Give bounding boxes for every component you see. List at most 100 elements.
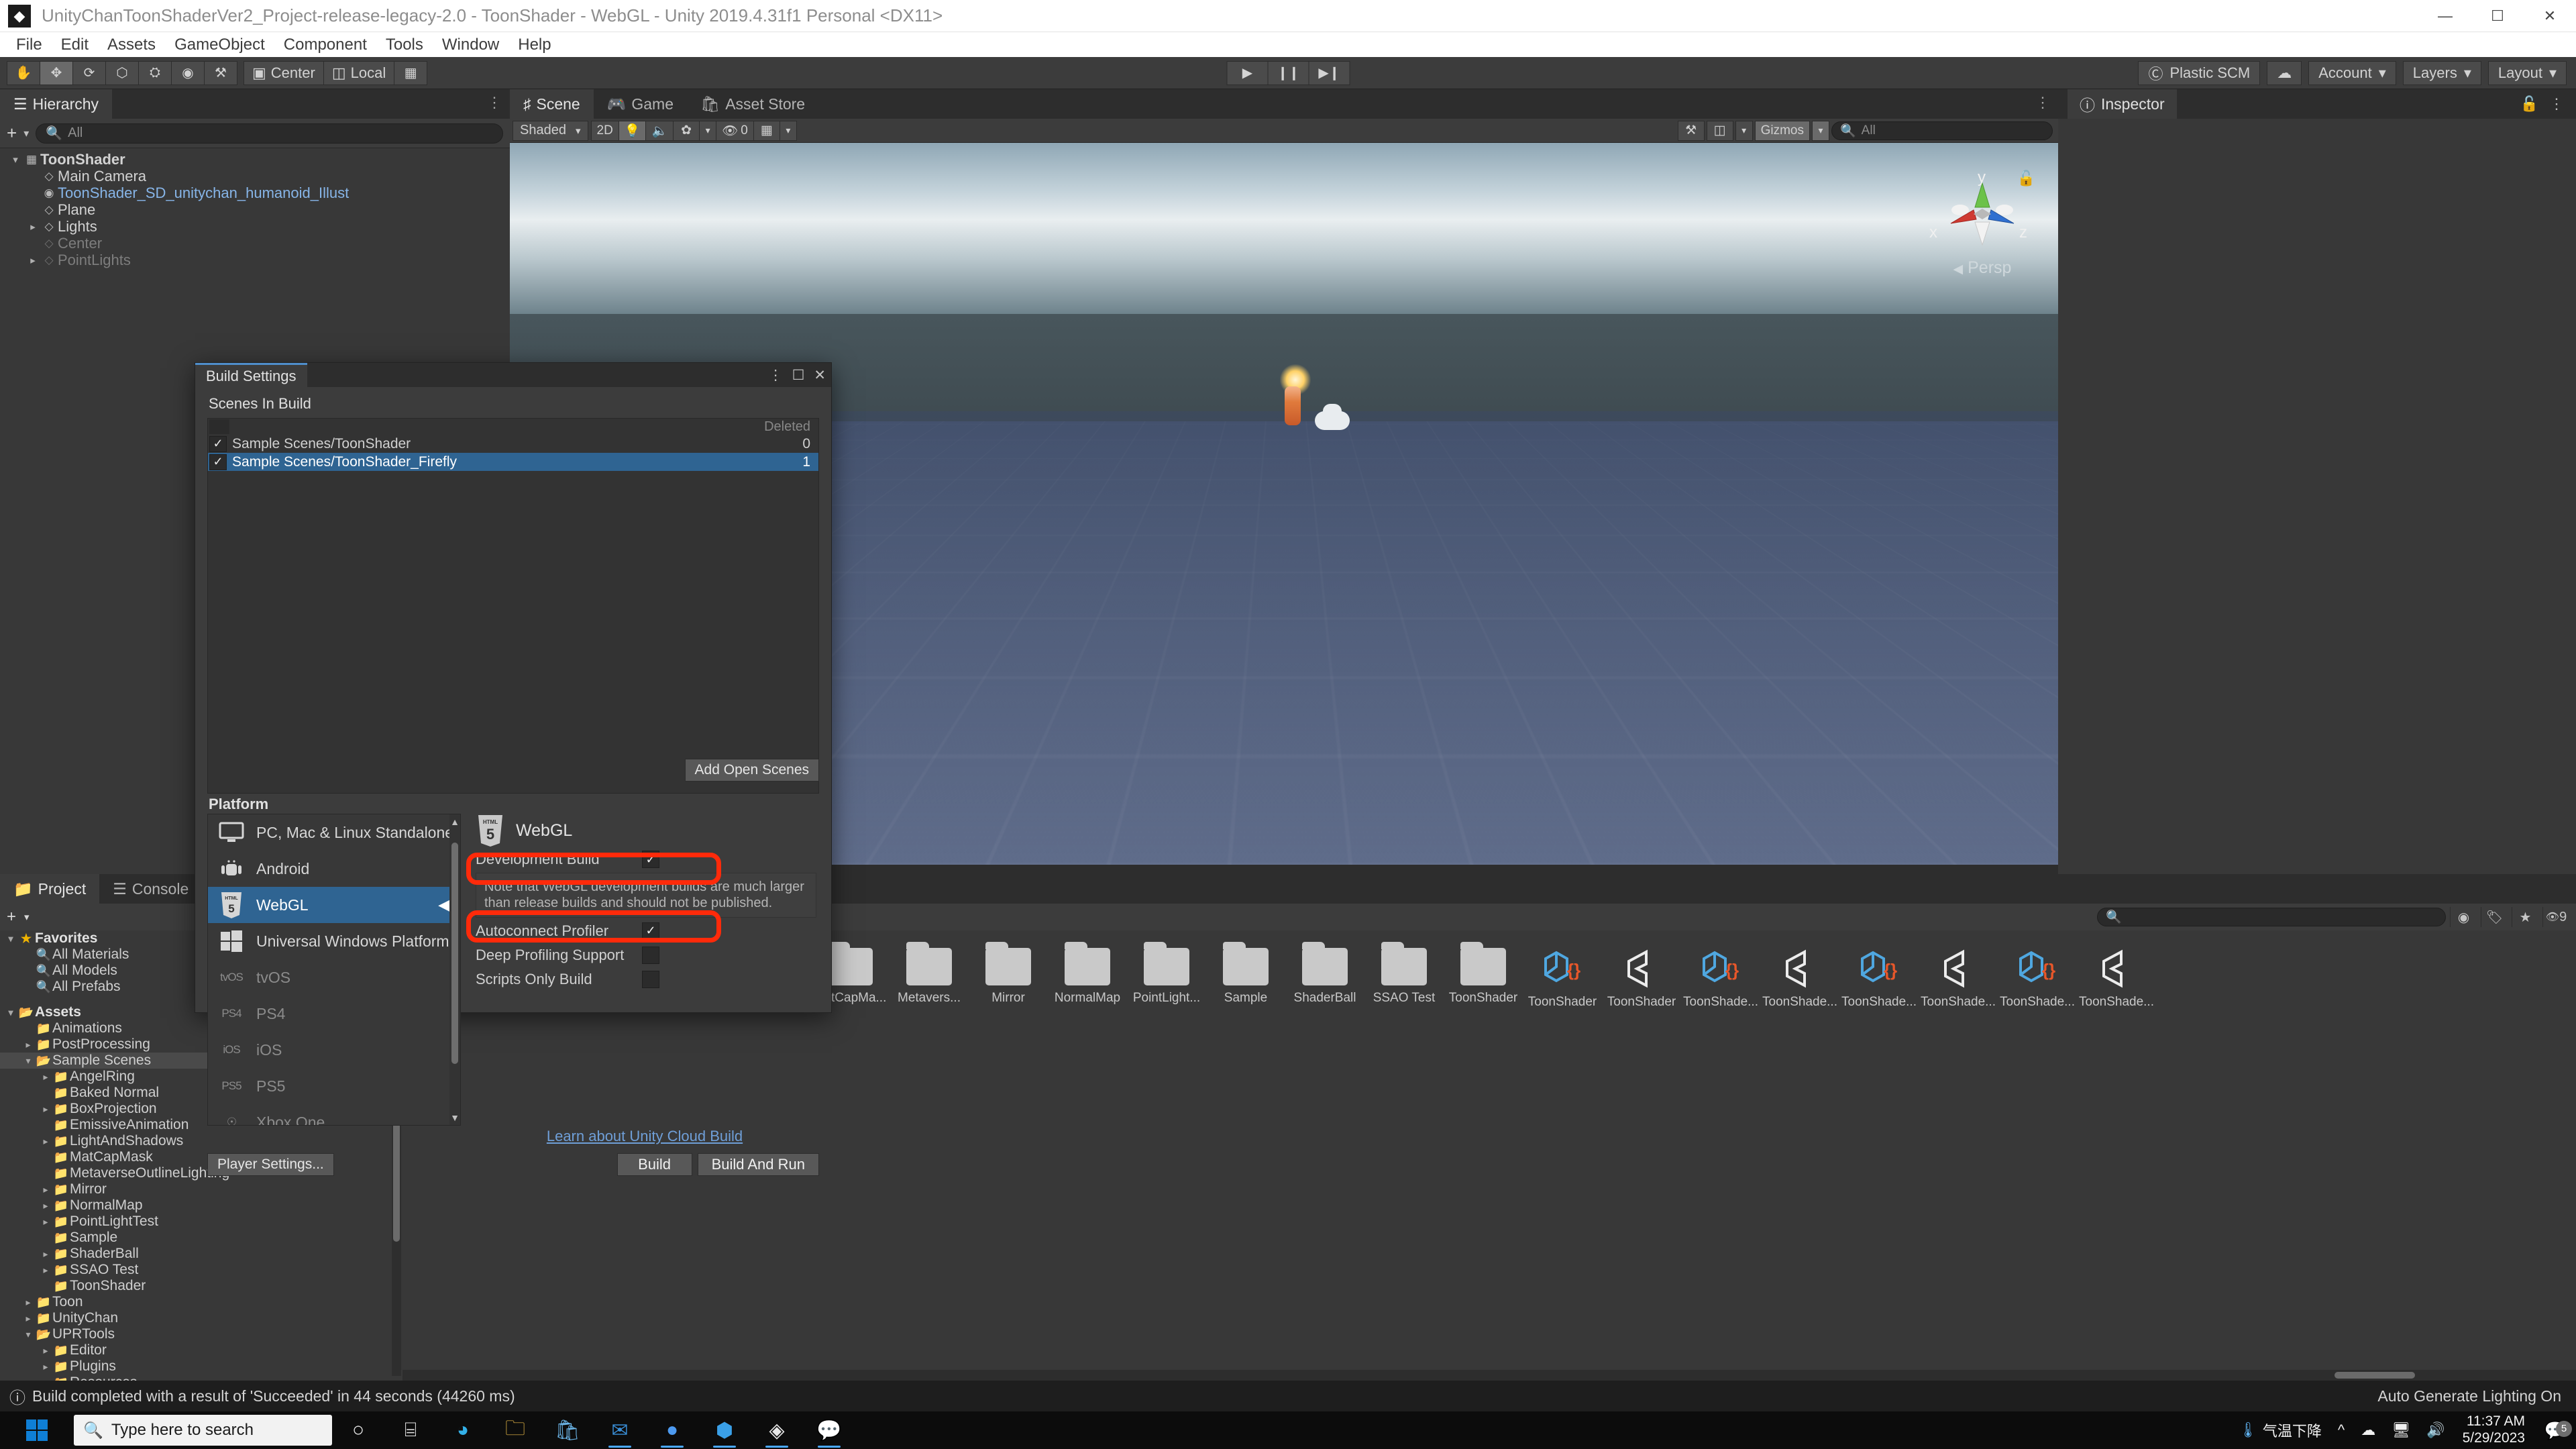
scene-in-build-row[interactable]: ✓Sample Scenes/ToonShader0 bbox=[208, 435, 818, 453]
layers-dropdown[interactable]: Layers ▾ bbox=[2403, 61, 2481, 85]
hand-tool-icon[interactable]: ✋ bbox=[7, 61, 40, 85]
microsoft-store-icon[interactable]: 🛍 bbox=[541, 1411, 594, 1449]
asset-item[interactable]: ToonShade... bbox=[1919, 948, 1998, 1010]
lock-icon[interactable]: 🔓 bbox=[2017, 170, 2035, 187]
layout-dropdown[interactable]: Layout ▾ bbox=[2488, 61, 2567, 85]
build-option-row[interactable]: Development Build✓ bbox=[470, 847, 819, 871]
project-tree-item[interactable]: ▸📁ShaderBall bbox=[0, 1246, 402, 1262]
scene-in-build-row[interactable]: ✓Sample Scenes/ToonShader_Firefly1 bbox=[208, 453, 818, 471]
pause-button[interactable]: ❙❙ bbox=[1268, 61, 1309, 85]
asset-item[interactable]: Sample bbox=[1206, 948, 1285, 1010]
asset-grid-scrollbar[interactable] bbox=[402, 1370, 2576, 1381]
tab-console[interactable]: ☰Console bbox=[99, 874, 202, 904]
menu-file[interactable]: File bbox=[7, 36, 52, 54]
hierarchy-item[interactable]: ◇Plane bbox=[0, 201, 510, 218]
volume-icon[interactable]: 🔊 bbox=[2418, 1421, 2453, 1439]
build-option-checkbox[interactable]: ✓ bbox=[642, 851, 659, 868]
disclosure-triangle-icon[interactable]: ▸ bbox=[25, 254, 40, 266]
wechat-icon[interactable]: 💬 bbox=[803, 1411, 855, 1449]
platform-row[interactable]: PS5PS5 bbox=[208, 1068, 460, 1104]
asset-item[interactable]: Mirror bbox=[969, 948, 1048, 1010]
project-tree-item[interactable]: ▸📁PointLightTest bbox=[0, 1214, 402, 1230]
project-tree-item[interactable]: ▾📂UPRTools bbox=[0, 1326, 402, 1342]
scroll-down-icon[interactable]: ▼ bbox=[449, 1111, 460, 1124]
chevron-down-icon[interactable]: ▾ bbox=[24, 911, 30, 923]
lock-open-icon[interactable]: 🔓 bbox=[2520, 95, 2538, 113]
build-option-checkbox[interactable]: ✓ bbox=[642, 922, 659, 940]
chrome-icon[interactable]: ● bbox=[646, 1411, 698, 1449]
asset-item[interactable]: {}ToonShade... bbox=[1998, 948, 2077, 1010]
rotate-tool-icon[interactable]: ⟳ bbox=[72, 61, 106, 85]
pivot-mode-button[interactable]: ▣ Center bbox=[244, 61, 324, 85]
windows-logo-icon[interactable] bbox=[0, 1419, 74, 1442]
disclosure-triangle-icon[interactable]: ▸ bbox=[21, 1313, 35, 1324]
maximize-icon[interactable]: ☐ bbox=[792, 367, 805, 384]
camera-dropdown-icon[interactable]: ▾ bbox=[1735, 121, 1753, 141]
file-explorer-icon[interactable]: 🗀 bbox=[489, 1411, 541, 1449]
hierarchy-item[interactable]: ◇Center bbox=[0, 235, 510, 252]
menu-gameobject[interactable]: GameObject bbox=[165, 36, 274, 54]
gizmos-dropdown-icon[interactable]: ▾ bbox=[1812, 121, 1829, 141]
effects-dropdown-icon[interactable]: ▾ bbox=[699, 121, 716, 141]
tab-asset-store[interactable]: 🛍Asset Store bbox=[687, 89, 818, 119]
hierarchy-item[interactable]: ◉ToonShader_SD_unitychan_humanoid_Illust bbox=[0, 184, 510, 201]
menu-help[interactable]: Help bbox=[508, 36, 560, 54]
asset-item[interactable]: Metavers... bbox=[890, 948, 969, 1010]
tab-build-settings[interactable]: Build Settings bbox=[195, 363, 307, 387]
asset-item[interactable]: ToonShade... bbox=[2077, 948, 2156, 1010]
chevron-down-icon[interactable]: ▾ bbox=[23, 127, 29, 140]
menu-window[interactable]: Window bbox=[433, 36, 508, 54]
asset-item[interactable]: {}ToonShade... bbox=[1839, 948, 1919, 1010]
gizmos-button[interactable]: Gizmos bbox=[1755, 121, 1810, 141]
scroll-up-icon[interactable]: ▲ bbox=[449, 815, 460, 828]
platform-row[interactable]: ☉Xbox One bbox=[208, 1104, 460, 1126]
build-option-row[interactable]: Deep Profiling Support bbox=[470, 943, 819, 967]
tab-game[interactable]: 🎮Game bbox=[594, 89, 687, 119]
hierarchy-item[interactable]: ◇Main Camera bbox=[0, 168, 510, 184]
hierarchy-item[interactable]: ▸◇Lights bbox=[0, 218, 510, 235]
unity-chan-character[interactable] bbox=[1285, 386, 1301, 425]
cortana-icon[interactable]: ○ bbox=[332, 1411, 384, 1449]
project-tree-item[interactable]: ▸📁Mirror bbox=[0, 1181, 402, 1197]
disclosure-triangle-icon[interactable]: ▸ bbox=[39, 1345, 52, 1356]
kebab-menu-icon[interactable]: ⋮ bbox=[487, 95, 502, 110]
toggle-2d-button[interactable]: 2D bbox=[591, 121, 619, 141]
disclosure-triangle-icon[interactable]: ▾ bbox=[4, 1007, 17, 1018]
tab-inspector[interactable]: ⓘ Inspector bbox=[2068, 89, 2177, 119]
weather-widget[interactable]: 🌡 气温下降 bbox=[2231, 1419, 2330, 1441]
project-tree-item[interactable]: ▸📁Plugins bbox=[0, 1358, 402, 1375]
filter-favorites-icon[interactable]: ★ bbox=[2512, 907, 2538, 927]
onedrive-icon[interactable]: ☁ bbox=[2353, 1421, 2383, 1439]
disclosure-triangle-icon[interactable]: ▸ bbox=[39, 1184, 52, 1195]
asset-item[interactable]: ShaderBall bbox=[1285, 948, 1364, 1010]
disclosure-triangle-icon[interactable]: ▸ bbox=[39, 1216, 52, 1228]
draw-mode-dropdown[interactable]: Shaded ▾ bbox=[513, 121, 588, 141]
disclosure-triangle-icon[interactable]: ▸ bbox=[39, 1104, 52, 1115]
lightbulb-icon[interactable]: 💡 bbox=[619, 121, 647, 141]
build-button[interactable]: Build bbox=[617, 1153, 692, 1176]
project-tree-item[interactable]: ▸📁Editor bbox=[0, 1342, 402, 1358]
notification-icon[interactable]: 💬 5 bbox=[2534, 1420, 2576, 1441]
platform-row[interactable]: HTML5WebGL◀ bbox=[208, 887, 460, 923]
disclosure-triangle-icon[interactable]: ▾ bbox=[8, 154, 23, 166]
player-settings-button[interactable]: Player Settings... bbox=[207, 1153, 334, 1176]
plastic-scm-button[interactable]: Ⓒ Plastic SCM bbox=[2138, 61, 2260, 85]
project-tree-item[interactable]: ▸📁UnityChan bbox=[0, 1310, 402, 1326]
step-button[interactable]: ▶❙ bbox=[1309, 61, 1350, 85]
disclosure-triangle-icon[interactable]: ▸ bbox=[25, 221, 40, 233]
asset-item[interactable]: {}ToonShader bbox=[1523, 948, 1602, 1010]
disclosure-triangle-icon[interactable]: ▸ bbox=[39, 1248, 52, 1260]
scene-enabled-checkbox[interactable]: ✓ bbox=[209, 436, 227, 452]
network-icon[interactable]: 🖥 bbox=[2383, 1421, 2418, 1439]
scene-search-input[interactable]: 🔍 All bbox=[1831, 121, 2053, 140]
filter-by-label-icon[interactable]: 🏷 bbox=[2481, 907, 2508, 927]
project-tree-item[interactable]: ▸📁NormalMap bbox=[0, 1197, 402, 1214]
asset-search-input[interactable]: 🔍 bbox=[2097, 908, 2446, 926]
tab-hierarchy[interactable]: ☰ Hierarchy bbox=[0, 89, 112, 119]
hierarchy-item[interactable]: ▸◇PointLights bbox=[0, 252, 510, 268]
disclosure-triangle-icon[interactable]: ▸ bbox=[21, 1297, 35, 1308]
disclosure-triangle-icon[interactable]: ▾ bbox=[4, 933, 17, 945]
project-tree-item[interactable]: 📁MetaverseOutlineLighting bbox=[0, 1165, 402, 1181]
build-option-checkbox[interactable] bbox=[642, 947, 659, 964]
project-tree-item[interactable]: ▸📁Toon bbox=[0, 1294, 402, 1310]
